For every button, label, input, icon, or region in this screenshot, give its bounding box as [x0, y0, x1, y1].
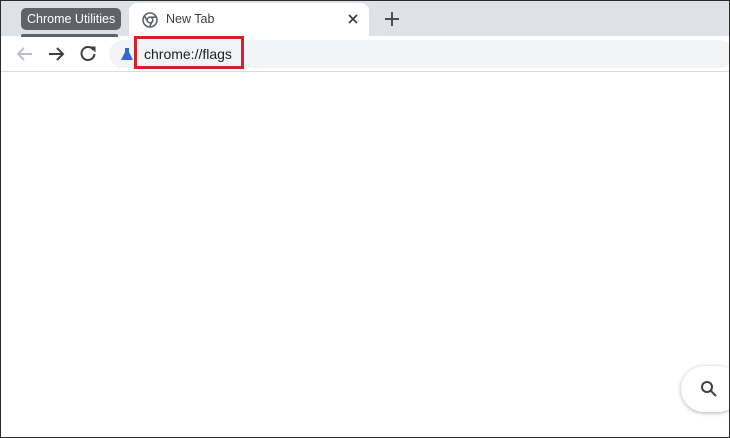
- tab-group-chip[interactable]: Chrome Utilities: [21, 8, 122, 30]
- close-icon[interactable]: [345, 11, 361, 27]
- chrome-icon: [142, 12, 158, 28]
- search-button[interactable]: [681, 366, 729, 412]
- url-input[interactable]: [144, 46, 344, 62]
- lab-flask-icon: [121, 48, 133, 60]
- reload-icon[interactable]: [76, 42, 100, 66]
- tab-title: New Tab: [166, 12, 215, 26]
- browser-window: Chrome Utilities New Tab: [0, 0, 730, 438]
- toolbar: [1, 37, 729, 72]
- new-tab-plus-icon[interactable]: [381, 8, 403, 30]
- tab-group-label: Chrome Utilities: [27, 12, 116, 26]
- back-arrow-icon[interactable]: [13, 42, 37, 66]
- forward-arrow-icon[interactable]: [44, 42, 68, 66]
- address-bar[interactable]: [109, 40, 729, 68]
- tab-new-tab[interactable]: New Tab: [129, 3, 369, 38]
- tab-strip: Chrome Utilities New Tab: [1, 1, 729, 38]
- search-icon: [701, 381, 717, 397]
